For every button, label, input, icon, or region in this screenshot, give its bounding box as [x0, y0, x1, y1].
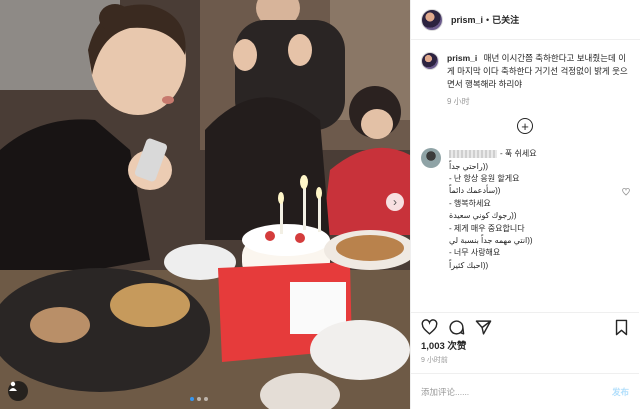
- load-more-comments-button[interactable]: +: [517, 118, 533, 135]
- header-username[interactable]: prism_i: [451, 15, 483, 25]
- add-comment-bar: 发布: [411, 373, 639, 409]
- commenter-avatar[interactable]: [421, 148, 441, 169]
- heart-outline-icon: [622, 188, 630, 196]
- comment-line: - 난 항상 응원 할게요: [449, 174, 520, 184]
- comment-line: ((رجوك كوني سعيدة: [449, 211, 517, 221]
- commenter-username-masked[interactable]: [449, 150, 497, 159]
- carousel-dot-active: [190, 397, 194, 401]
- post-comment-button[interactable]: 发布: [612, 386, 629, 398]
- chevron-right-icon: ›: [393, 195, 397, 209]
- following-button[interactable]: 已关注: [492, 13, 519, 26]
- comment-line: - 너무 사랑해요: [449, 248, 501, 258]
- caption-avatar[interactable]: [421, 52, 439, 70]
- comment-line: ((سأدعمك دائماً: [449, 186, 501, 196]
- bookmark-icon[interactable]: [614, 319, 629, 336]
- post-timestamp: 9 小时前: [421, 357, 448, 364]
- post-caption: prism_i 매년 이시간쯤 축하한다고 보내줬는데 이게 마지막 이다 축하…: [421, 52, 629, 108]
- comment-text: - 푹 쉬세요 ((راحتي جداً - 난 항상 응원 할게요 ((سأد…: [449, 148, 619, 272]
- comment-like-icon[interactable]: [622, 183, 630, 201]
- next-photo-button[interactable]: ›: [386, 193, 404, 211]
- caption-body: prism_i 매년 이시간쯤 축하한다고 보내줬는데 이게 마지막 이다 축하…: [447, 52, 629, 108]
- likes-count[interactable]: 1,003 次赞: [421, 338, 466, 352]
- header-separator: •: [486, 14, 490, 25]
- photo-scene: [0, 0, 410, 409]
- comment-line: ((احبك كثيراً: [449, 260, 489, 270]
- caption-username[interactable]: prism_i: [447, 53, 477, 63]
- user-tag-icon[interactable]: [8, 381, 28, 401]
- comment-line: - 제게 매우 중요합니다: [449, 223, 525, 233]
- comment-line: ((انتي مهمه جداً بنسبة لي: [449, 235, 533, 245]
- post-sidebar: prism_i • 已关注 prism_i 매년 이시간쯤 축하한다고 보내줬는…: [410, 0, 640, 409]
- comment-input[interactable]: [421, 386, 612, 397]
- post-header: prism_i • 已关注: [411, 0, 640, 40]
- plus-icon: +: [521, 118, 529, 134]
- carousel-indicator: [190, 397, 208, 401]
- person-glyph: [9, 381, 17, 391]
- caption-time: 9 小时: [447, 97, 470, 107]
- action-bar: [411, 312, 639, 338]
- avatar[interactable]: [421, 8, 443, 31]
- carousel-dot: [204, 397, 208, 401]
- comment-item: - 푹 쉬세요 ((راحتي جداً - 난 항상 응원 할게요 ((سأد…: [421, 148, 629, 272]
- share-icon[interactable]: [475, 319, 492, 336]
- heart-icon[interactable]: [421, 318, 438, 336]
- carousel-dot: [197, 397, 201, 401]
- comment-line: ((راحتي جداً: [449, 161, 489, 171]
- comments-section[interactable]: prism_i 매년 이시간쯤 축하한다고 보내줬는데 이게 마지막 이다 축하…: [411, 52, 639, 310]
- comment-icon[interactable]: [448, 319, 465, 336]
- comment-line: - 행복하세요: [449, 198, 491, 208]
- comment-line: - 푹 쉬세요: [449, 148, 619, 160]
- post-photo[interactable]: ›: [0, 0, 410, 409]
